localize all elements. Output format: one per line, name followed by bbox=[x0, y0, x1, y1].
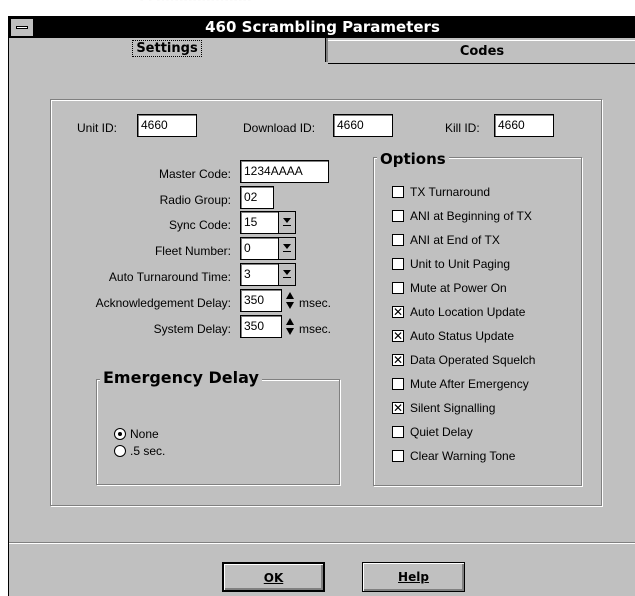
option-ani-beginning-label: ANI at Beginning of TX bbox=[410, 209, 532, 223]
arrow-down-icon[interactable] bbox=[286, 302, 294, 309]
radio-dot-icon bbox=[118, 432, 122, 436]
kill-id-field[interactable]: 4660 bbox=[494, 114, 554, 137]
dialog-window: 460 Scrambling Parameters Settings Codes… bbox=[8, 16, 635, 596]
emergency-delay-title: Emergency Delay bbox=[100, 368, 262, 388]
system-delay-unit: msec. bbox=[299, 322, 332, 336]
radio-group-label: Radio Group: bbox=[159, 193, 231, 207]
option-ani-end-label: ANI at End of TX bbox=[410, 233, 500, 247]
arrow-up-icon[interactable] bbox=[286, 292, 294, 299]
option-mute-power-on-label: Mute at Power On bbox=[410, 281, 507, 295]
unit-id-field[interactable]: 4660 bbox=[137, 114, 197, 137]
download-id-label: Download ID: bbox=[243, 121, 316, 135]
dropdown-line-icon bbox=[283, 225, 291, 226]
option-silent-signalling-label: Silent Signalling bbox=[410, 401, 496, 415]
tab-settings[interactable]: Settings bbox=[9, 38, 326, 62]
tab-codes-label: Codes bbox=[459, 44, 505, 59]
checkbox-icon[interactable] bbox=[392, 426, 404, 438]
system-delay-field[interactable]: 350 bbox=[240, 315, 282, 338]
kill-id-label: Kill ID: bbox=[445, 121, 480, 135]
minus-icon bbox=[16, 26, 28, 29]
fleet-number-label: Fleet Number: bbox=[154, 244, 231, 258]
chevron-down-icon bbox=[283, 270, 291, 275]
window-title: 460 Scrambling Parameters bbox=[205, 18, 440, 36]
auto-turnaround-select[interactable]: 3 bbox=[240, 263, 296, 286]
tab-codes[interactable]: Codes bbox=[328, 40, 635, 64]
option-unit-paging-label: Unit to Unit Paging bbox=[410, 257, 511, 271]
sync-code-label: Sync Code: bbox=[168, 218, 231, 232]
help-button-label: Help bbox=[398, 570, 429, 584]
master-code-label: Master Code: bbox=[158, 167, 231, 181]
ack-delay-spinner[interactable] bbox=[284, 290, 297, 312]
fleet-number-dropdown-button[interactable] bbox=[278, 238, 295, 259]
background-document: ▪ ▪ ▪▪▪▪▪▪▪▪▪▪▪▪▪▪▪▪▪▪▪▪▪ bbox=[140, 0, 420, 4]
auto-turnaround-value: 3 bbox=[244, 267, 251, 281]
checkbox-icon[interactable] bbox=[392, 186, 404, 198]
ok-button-label: OK bbox=[263, 571, 284, 585]
fleet-number-select[interactable]: 0 bbox=[240, 237, 296, 260]
radio-circle-icon[interactable] bbox=[114, 445, 126, 457]
checkbox-checked-icon[interactable]: ✕ bbox=[392, 402, 404, 414]
bottom-divider-highlight bbox=[9, 543, 635, 544]
checkbox-checked-icon[interactable]: ✕ bbox=[392, 354, 404, 366]
radio-circle-icon[interactable] bbox=[114, 428, 126, 440]
checkbox-icon[interactable] bbox=[392, 378, 404, 390]
checkbox-icon[interactable] bbox=[392, 234, 404, 246]
option-data-squelch-label: Data Operated Squelch bbox=[410, 353, 536, 367]
download-id-field[interactable]: 4660 bbox=[333, 114, 393, 137]
arrow-up-icon[interactable] bbox=[286, 318, 294, 325]
ack-delay-unit: msec. bbox=[299, 296, 332, 310]
dropdown-line-icon bbox=[283, 277, 291, 278]
checkbox-checked-icon[interactable]: ✕ bbox=[392, 330, 404, 342]
arrow-down-icon[interactable] bbox=[286, 328, 294, 335]
chevron-down-icon bbox=[283, 244, 291, 249]
ack-delay-label: Acknowledgement Delay: bbox=[95, 296, 231, 310]
title-bar: 460 Scrambling Parameters bbox=[9, 17, 635, 38]
dropdown-line-icon bbox=[283, 251, 291, 252]
system-menu-button[interactable] bbox=[10, 18, 34, 37]
auto-turnaround-label: Auto Turnaround Time: bbox=[108, 270, 231, 284]
radio-none-label: None bbox=[130, 427, 159, 441]
checkbox-icon[interactable] bbox=[392, 450, 404, 462]
radio-group-field[interactable]: 02 bbox=[240, 186, 274, 209]
checkbox-icon[interactable] bbox=[392, 210, 404, 222]
checkbox-checked-icon[interactable]: ✕ bbox=[392, 306, 404, 318]
options-title: Options bbox=[377, 150, 449, 168]
option-clear-warning-label: Clear Warning Tone bbox=[410, 449, 516, 463]
system-delay-label: System Delay: bbox=[153, 322, 231, 336]
option-tx-turnaround-label: TX Turnaround bbox=[410, 185, 491, 199]
unit-id-label: Unit ID: bbox=[77, 121, 118, 135]
option-mute-emergency-label: Mute After Emergency bbox=[410, 377, 529, 391]
option-quiet-delay-label: Quiet Delay bbox=[410, 425, 473, 439]
checkbox-icon[interactable] bbox=[392, 258, 404, 270]
options-group: TX Turnaround ANI at Beginning of TX ANI… bbox=[373, 157, 582, 486]
ack-delay-field[interactable]: 350 bbox=[240, 289, 282, 312]
tab-settings-label: Settings bbox=[132, 40, 202, 57]
auto-turnaround-dropdown-button[interactable] bbox=[278, 264, 295, 285]
chevron-down-icon bbox=[283, 218, 291, 223]
fleet-number-value: 0 bbox=[244, 241, 251, 255]
sync-code-value: 15 bbox=[244, 215, 258, 229]
checkbox-icon[interactable] bbox=[392, 282, 404, 294]
system-delay-spinner[interactable] bbox=[284, 316, 297, 338]
radio-half-sec-label: .5 sec. bbox=[130, 444, 166, 458]
option-auto-status-label: Auto Status Update bbox=[410, 329, 515, 343]
sync-code-dropdown-button[interactable] bbox=[278, 212, 295, 233]
option-auto-location-label: Auto Location Update bbox=[410, 305, 526, 319]
master-code-field[interactable]: 1234AAAA bbox=[240, 160, 329, 183]
sync-code-select[interactable]: 15 bbox=[240, 211, 296, 234]
